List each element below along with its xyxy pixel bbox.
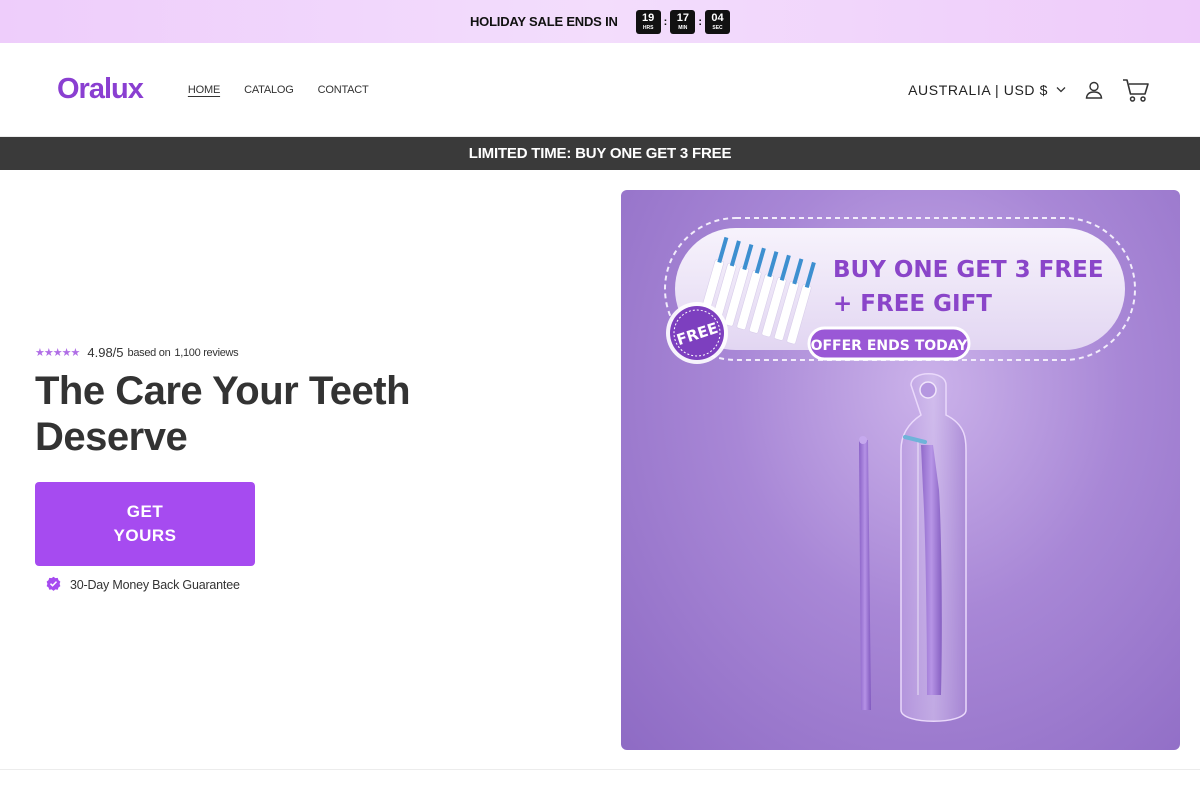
locale-selector[interactable]: AUSTRALIA | USD $ xyxy=(908,82,1066,98)
hero-headline: The Care Your Teeth Deserve xyxy=(35,369,411,459)
rating-summary: ★ ★ ★ ★ ★ 4.98/5 based on 1,100 reviews xyxy=(35,345,555,360)
countdown-timer: 19 HRS : 17 MIN : 04 SEC xyxy=(635,9,731,34)
rating-stars: ★ ★ ★ ★ ★ xyxy=(35,346,81,359)
nav-catalog[interactable]: CATALOG xyxy=(244,84,294,96)
timer-separator: : xyxy=(698,15,703,28)
offer-line-2: + FREE GIFT xyxy=(833,291,992,317)
cart-icon[interactable] xyxy=(1122,77,1150,103)
timer-seconds: 04 SEC xyxy=(705,9,731,34)
logo[interactable]: Oralux xyxy=(57,73,144,106)
site-header: Oralux HOME CATALOG CONTACT AUSTRALIA | … xyxy=(0,43,1200,137)
timer-hours-label: HRS xyxy=(642,24,654,31)
star-icon: ★ xyxy=(70,347,81,359)
account-icon[interactable] xyxy=(1084,80,1104,100)
announcement-text: HOLIDAY SALE ENDS IN xyxy=(469,14,618,29)
get-yours-button[interactable]: GET YOURS xyxy=(35,482,255,566)
locale-label: AUSTRALIA | USD $ xyxy=(908,81,1048,98)
timer-seconds-label: SEC xyxy=(712,24,723,31)
rating-score: 4.98/5 xyxy=(87,345,124,360)
star-icon: ★ xyxy=(43,347,54,359)
free-sticker: FREE xyxy=(666,302,728,364)
header-actions: AUSTRALIA | USD $ xyxy=(908,77,1150,103)
star-icon: ★ xyxy=(35,347,45,359)
promo-text: LIMITED TIME: BUY ONE GET 3 FREE xyxy=(468,145,732,162)
offer-line-1: BUY ONE GET 3 FREE xyxy=(833,257,1104,283)
chevron-down-icon xyxy=(1056,86,1066,93)
guarantee-note: 30-Day Money Back Guarantee xyxy=(46,576,555,594)
timer-separator: : xyxy=(663,15,668,28)
main-nav: HOME CATALOG CONTACT xyxy=(188,84,369,96)
timer-minutes-label: MIN xyxy=(678,24,688,31)
timer-hours-value: 19 xyxy=(642,11,655,24)
star-icon: ★ xyxy=(52,347,63,359)
rating-count: 1,100 reviews xyxy=(174,346,239,359)
nav-home[interactable]: HOME xyxy=(188,84,220,96)
nav-contact[interactable]: CONTACT xyxy=(318,84,369,96)
announcement-bar: HOLIDAY SALE ENDS IN 19 HRS : 17 MIN : 0… xyxy=(0,0,1200,43)
rating-based-on: based on xyxy=(127,346,171,359)
shield-check-icon xyxy=(46,576,61,594)
hero-product-image: BUY ONE GET 3 FREE + FREE GIFT OFFER END… xyxy=(621,190,1180,750)
timer-minutes: 17 MIN xyxy=(670,9,696,34)
timer-seconds-value: 04 xyxy=(711,11,724,24)
hero-section: ★ ★ ★ ★ ★ 4.98/5 based on 1,100 reviews … xyxy=(0,170,1200,770)
offer-badge-text: OFFER ENDS TODAY xyxy=(811,338,969,354)
star-icon: ★ xyxy=(61,347,72,359)
timer-minutes-value: 17 xyxy=(676,11,689,24)
promo-bar: LIMITED TIME: BUY ONE GET 3 FREE xyxy=(0,137,1200,170)
hero-content: ★ ★ ★ ★ ★ 4.98/5 based on 1,100 reviews … xyxy=(35,345,555,594)
guarantee-text: 30-Day Money Back Guarantee xyxy=(70,578,240,592)
timer-hours: 19 HRS xyxy=(635,9,661,34)
